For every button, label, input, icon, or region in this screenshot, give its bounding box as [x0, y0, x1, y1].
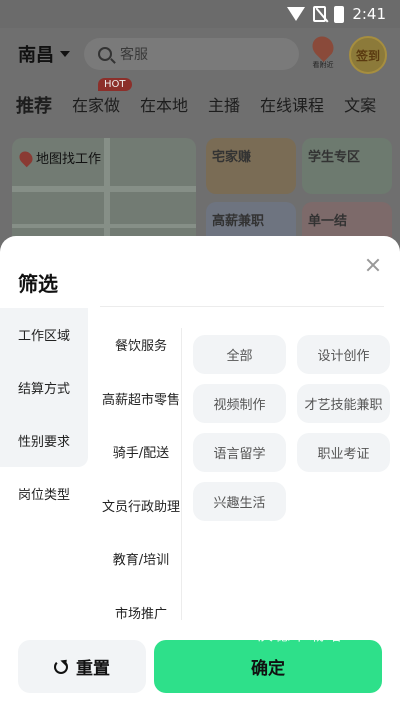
city-label: 南昌: [18, 45, 54, 66]
status-bar: 2:41: [0, 0, 400, 28]
promo-card-label: 单一结: [308, 214, 348, 229]
job-type-item[interactable]: 高薪超市零售: [98, 372, 184, 426]
watermark: 庆德下载站: [258, 626, 344, 644]
promo-card-label: 学生专区: [308, 150, 361, 165]
tab-work-from-home[interactable]: HOT 在家做: [72, 78, 132, 118]
map-road: [12, 224, 196, 228]
column-divider: [181, 328, 182, 628]
option-chip[interactable]: 视频制作: [193, 384, 286, 423]
refresh-icon: [54, 659, 68, 674]
category-job-type[interactable]: 岗位类型: [0, 467, 88, 520]
job-type-item[interactable]: 教育/培训: [98, 532, 184, 586]
tab-local[interactable]: 在本地: [140, 92, 188, 118]
map-pin-icon: [308, 32, 338, 62]
signin-label: 签到: [355, 48, 380, 63]
option-chip[interactable]: 职业考证: [297, 433, 390, 472]
option-chips: 全部 设计创作 视频制作 才艺技能兼职 语言留学 职业考证 兴趣生活: [193, 335, 391, 521]
promo-card-home-earn[interactable]: 宅家赚: [206, 138, 296, 194]
category-tabs: 推荐 HOT 在家做 在本地 主播 在线课程 文案: [16, 78, 396, 118]
chevron-down-icon: [60, 51, 70, 57]
reset-button[interactable]: 重置: [18, 640, 146, 693]
confirm-label: 确定: [251, 659, 285, 679]
option-chip[interactable]: 设计创作: [297, 335, 390, 374]
close-icon[interactable]: [366, 258, 380, 272]
no-sim-icon: [313, 6, 327, 22]
map-card-title: 地图找工作: [16, 148, 102, 167]
job-type-item[interactable]: 餐饮服务: [98, 318, 184, 372]
city-selector[interactable]: 南昌: [18, 41, 70, 67]
tab-copywriting[interactable]: 文案: [344, 92, 376, 118]
sheet-title: 筛选: [18, 272, 58, 296]
tab-recommend[interactable]: 推荐: [16, 92, 52, 118]
tab-streamer[interactable]: 主播: [208, 92, 240, 118]
tab-label: 在家做: [72, 96, 121, 115]
promo-card-student[interactable]: 学生专区: [302, 138, 392, 194]
search-icon: [98, 47, 112, 61]
promo-card-label: 高薪兼职: [212, 214, 265, 229]
location-pin-icon: [16, 148, 36, 167]
status-time: 2:41: [352, 5, 386, 23]
option-chip[interactable]: 全部: [193, 335, 286, 374]
nearby-map-button[interactable]: 看附近: [306, 32, 340, 74]
search-input[interactable]: 客服: [84, 38, 299, 70]
divider: [100, 306, 384, 307]
job-type-item[interactable]: 文员行政助理: [98, 479, 184, 533]
wifi-icon: [287, 7, 306, 21]
top-bar: 南昌 客服 看附近 签到: [0, 32, 400, 74]
option-chip[interactable]: 语言留学: [193, 433, 286, 472]
job-type-item[interactable]: 骑手/配送: [98, 425, 184, 479]
hot-badge: HOT: [98, 78, 132, 91]
filter-category-list: 工作区域 结算方式 性别要求 岗位类型: [0, 308, 88, 520]
battery-icon: [334, 5, 345, 23]
map-road: [104, 138, 110, 248]
job-type-list: 餐饮服务 高薪超市零售 骑手/配送 文员行政助理 教育/培训 市场推广: [98, 318, 184, 639]
option-chip[interactable]: 才艺技能兼职: [297, 384, 390, 423]
tab-online-course[interactable]: 在线课程: [260, 92, 324, 118]
category-gender[interactable]: 性别要求: [0, 414, 88, 467]
map-card-label: 地图找工作: [36, 152, 102, 167]
signin-button[interactable]: 签到: [349, 36, 387, 74]
search-placeholder: 客服: [120, 47, 148, 63]
option-chip[interactable]: 兴趣生活: [193, 482, 286, 521]
reset-label: 重置: [76, 659, 110, 679]
category-settlement[interactable]: 结算方式: [0, 361, 88, 414]
confirm-button[interactable]: 确定: [154, 640, 382, 693]
map-job-card[interactable]: 地图找工作: [12, 138, 196, 248]
promo-card-label: 宅家赚: [212, 150, 252, 165]
category-work-area[interactable]: 工作区域: [0, 308, 88, 361]
